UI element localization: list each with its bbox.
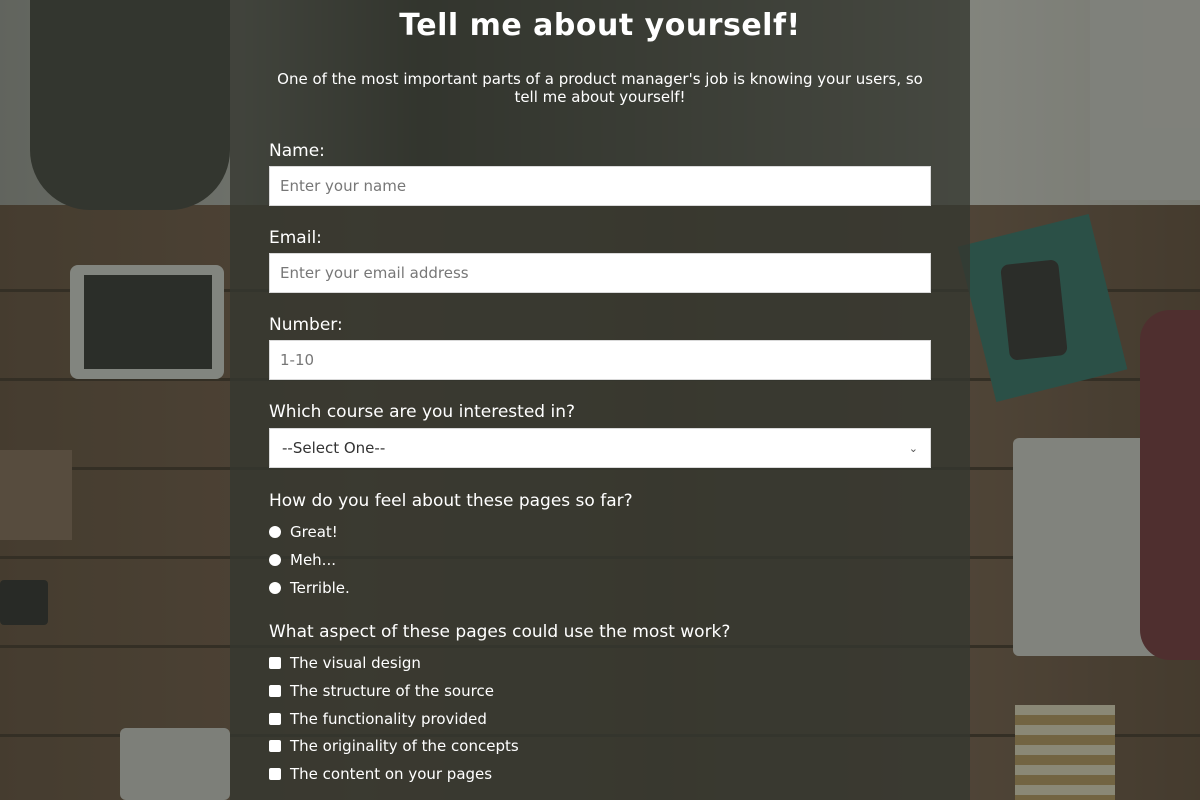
radio-option-great[interactable]: Great! bbox=[269, 521, 338, 543]
checkbox-option-source-structure[interactable]: The structure of the source bbox=[269, 680, 494, 702]
course-label: Which course are you interested in? bbox=[269, 402, 575, 422]
checkbox[interactable] bbox=[269, 740, 281, 752]
radio-option-meh[interactable]: Meh... bbox=[269, 549, 336, 571]
name-input[interactable] bbox=[269, 166, 931, 206]
chevron-down-icon: ⌄ bbox=[908, 441, 918, 455]
feeling-label: How do you feel about these pages so far… bbox=[269, 491, 633, 511]
checkbox-label: The content on your pages bbox=[290, 765, 493, 783]
course-select-value: --Select One-- bbox=[282, 439, 386, 457]
checkbox[interactable] bbox=[269, 713, 281, 725]
radio-label: Terrible. bbox=[290, 579, 350, 597]
email-label: Email: bbox=[269, 228, 322, 248]
checkbox[interactable] bbox=[269, 768, 281, 780]
name-label: Name: bbox=[269, 141, 325, 161]
radio-button[interactable] bbox=[269, 582, 281, 594]
checkbox-option-functionality[interactable]: The functionality provided bbox=[269, 708, 487, 730]
email-input[interactable] bbox=[269, 253, 931, 293]
checkbox-label: The functionality provided bbox=[290, 710, 487, 728]
checkbox-label: The visual design bbox=[290, 654, 421, 672]
page-description: One of the most important parts of a pro… bbox=[277, 70, 923, 106]
aspects-label: What aspect of these pages could use the… bbox=[269, 622, 731, 642]
checkbox-label: The structure of the source bbox=[290, 682, 494, 700]
course-select[interactable]: --Select One-- ⌄ bbox=[269, 428, 931, 468]
radio-label: Meh... bbox=[290, 551, 336, 569]
checkbox[interactable] bbox=[269, 685, 281, 697]
page-title: Tell me about yourself! bbox=[399, 8, 801, 43]
number-label: Number: bbox=[269, 315, 343, 335]
checkbox-option-content[interactable]: The content on your pages bbox=[269, 763, 492, 785]
radio-option-terrible[interactable]: Terrible. bbox=[269, 577, 350, 599]
radio-button[interactable] bbox=[269, 554, 281, 566]
radio-label: Great! bbox=[290, 523, 338, 541]
number-input[interactable] bbox=[269, 340, 931, 380]
checkbox-option-visual-design[interactable]: The visual design bbox=[269, 652, 421, 674]
checkbox[interactable] bbox=[269, 657, 281, 669]
checkbox-option-originality[interactable]: The originality of the concepts bbox=[269, 735, 519, 757]
radio-button[interactable] bbox=[269, 526, 281, 538]
checkbox-label: The originality of the concepts bbox=[290, 737, 519, 755]
